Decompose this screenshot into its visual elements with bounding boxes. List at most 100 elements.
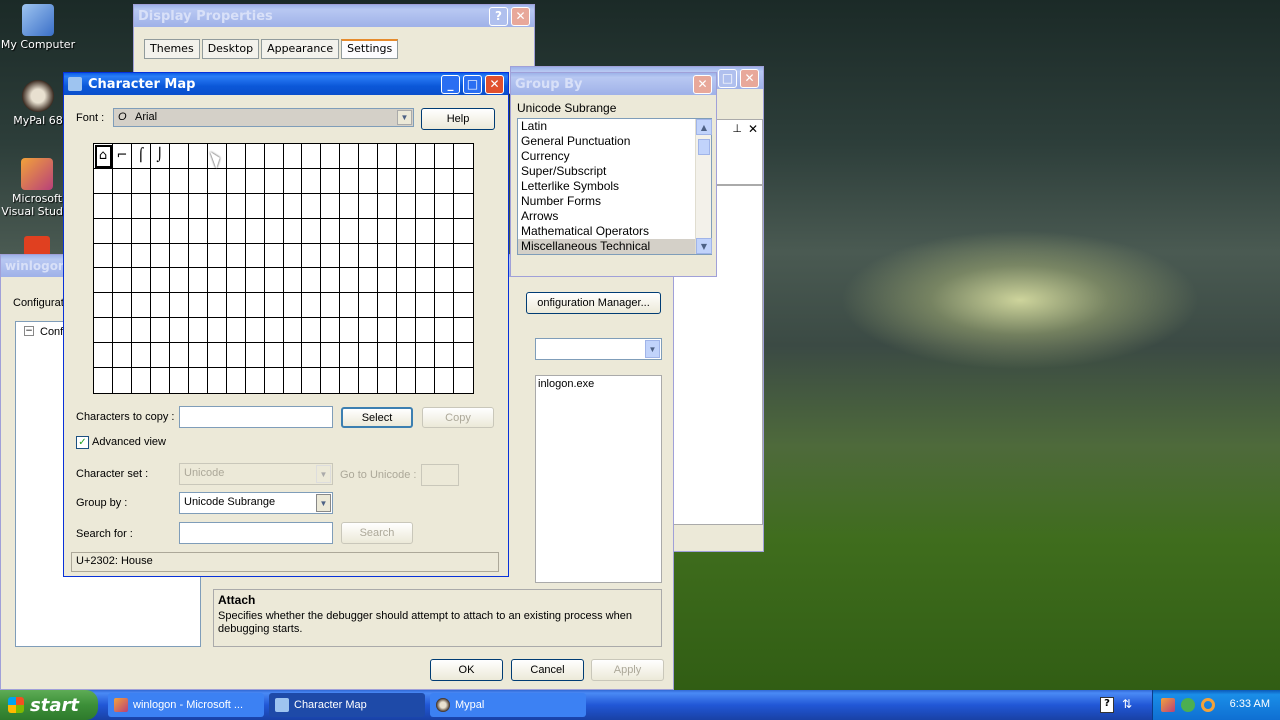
character-cell[interactable] xyxy=(416,168,436,194)
character-cell[interactable] xyxy=(397,168,417,194)
character-cell[interactable] xyxy=(207,168,227,194)
list-item-selected[interactable]: Miscellaneous Technical xyxy=(518,239,711,254)
character-cell[interactable] xyxy=(435,368,455,393)
taskbar-item-character-map[interactable]: Character Map xyxy=(269,693,425,717)
character-cell[interactable] xyxy=(264,193,284,219)
character-cell[interactable] xyxy=(131,243,151,269)
character-cell[interactable] xyxy=(245,168,265,194)
visual-studio-icon[interactable] xyxy=(1161,698,1175,712)
character-cell[interactable] xyxy=(226,243,246,269)
character-grid[interactable]: ⌂ ⌐ ⌠ ⌡ xyxy=(93,143,474,394)
character-cell[interactable] xyxy=(226,168,246,194)
character-map-titlebar[interactable]: Character Map _ □ ✕ xyxy=(64,73,508,95)
character-cell[interactable] xyxy=(188,193,208,219)
character-cell[interactable] xyxy=(435,218,455,244)
character-cell[interactable] xyxy=(188,144,208,169)
character-cell[interactable] xyxy=(302,168,322,194)
character-cell[interactable] xyxy=(207,243,227,269)
character-cell[interactable] xyxy=(340,218,360,244)
character-cell[interactable] xyxy=(208,368,227,393)
character-cell[interactable] xyxy=(226,343,246,369)
character-cell[interactable] xyxy=(94,368,113,393)
character-cell[interactable] xyxy=(264,293,284,319)
character-cell[interactable] xyxy=(321,144,341,169)
character-cell[interactable] xyxy=(397,268,417,294)
character-cell[interactable] xyxy=(454,169,473,194)
character-cell[interactable] xyxy=(359,343,379,369)
character-cell[interactable] xyxy=(302,268,322,294)
character-cell[interactable] xyxy=(416,343,436,369)
character-cell[interactable] xyxy=(416,368,436,393)
character-cell[interactable] xyxy=(283,168,303,194)
character-cell[interactable] xyxy=(454,318,473,344)
close-icon[interactable]: ✕ xyxy=(485,74,504,94)
character-cell[interactable] xyxy=(131,318,151,344)
character-cell[interactable] xyxy=(321,193,341,219)
character-cell[interactable] xyxy=(94,168,113,194)
character-cell[interactable] xyxy=(245,318,265,344)
character-cell[interactable] xyxy=(207,318,227,344)
character-cell[interactable] xyxy=(397,368,417,393)
character-cell[interactable] xyxy=(169,168,189,194)
configuration-manager-button[interactable]: onfiguration Manager... xyxy=(526,292,661,314)
character-cell[interactable] xyxy=(207,293,227,319)
character-cell[interactable] xyxy=(245,268,265,294)
character-cell[interactable] xyxy=(207,193,227,219)
character-cell[interactable] xyxy=(435,243,455,269)
advanced-view-checkbox[interactable]: ✓ xyxy=(76,436,89,449)
tray-app-icon[interactable] xyxy=(1181,698,1195,712)
character-cell-selected[interactable]: ⌂ xyxy=(94,144,113,169)
group-by-dropdown[interactable]: Unicode Subrange ▼ xyxy=(179,492,333,514)
character-cell[interactable] xyxy=(283,218,303,244)
taskbar-item-winlogon[interactable]: winlogon - Microsoft ... xyxy=(108,693,264,717)
character-cell[interactable] xyxy=(416,144,436,169)
character-cell[interactable] xyxy=(264,268,284,294)
character-cell[interactable] xyxy=(397,293,417,319)
character-cell[interactable] xyxy=(188,343,208,369)
character-cell[interactable] xyxy=(378,243,398,269)
list-item[interactable]: Arrows xyxy=(518,209,711,224)
character-cell[interactable] xyxy=(245,243,265,269)
character-cell[interactable] xyxy=(188,218,208,244)
character-cell[interactable] xyxy=(359,168,379,194)
character-cell[interactable] xyxy=(378,218,398,244)
start-button[interactable]: start xyxy=(0,690,98,720)
character-cell[interactable] xyxy=(302,193,322,219)
character-cell[interactable] xyxy=(359,368,379,393)
character-cell[interactable] xyxy=(131,343,151,369)
character-cell[interactable] xyxy=(435,144,455,169)
chevron-down-icon[interactable]: ▼ xyxy=(696,238,712,254)
character-cell[interactable] xyxy=(454,368,473,393)
character-cell[interactable] xyxy=(112,218,132,244)
character-cell[interactable]: ⌐ xyxy=(112,144,132,169)
character-cell[interactable] xyxy=(226,218,246,244)
chevron-up-icon[interactable]: ▲ xyxy=(696,119,712,135)
character-cell[interactable] xyxy=(397,144,417,169)
character-cell[interactable] xyxy=(245,193,265,219)
character-cell[interactable] xyxy=(359,218,379,244)
character-cell[interactable] xyxy=(416,243,436,269)
list-item[interactable]: Letterlike Symbols xyxy=(518,179,711,194)
search-input[interactable] xyxy=(179,522,333,544)
character-cell[interactable] xyxy=(188,293,208,319)
copy-button[interactable]: Copy xyxy=(422,407,494,428)
display-properties-titlebar[interactable]: Display Properties ? ✕ xyxy=(134,5,534,27)
character-cell[interactable] xyxy=(188,268,208,294)
group-by-titlebar[interactable]: Group By ✕ xyxy=(511,73,716,95)
list-item[interactable]: General Punctuation xyxy=(518,134,711,149)
character-cell[interactable] xyxy=(284,368,303,393)
close-icon[interactable]: ✕ xyxy=(740,68,759,88)
character-cell[interactable] xyxy=(435,293,455,319)
list-item[interactable]: Super/Subscript xyxy=(518,164,711,179)
character-cell[interactable] xyxy=(226,144,246,169)
character-cell[interactable] xyxy=(94,218,113,244)
character-cell[interactable] xyxy=(454,268,473,294)
close-icon[interactable]: ✕ xyxy=(511,6,530,26)
character-cell[interactable] xyxy=(264,243,284,269)
character-cell[interactable] xyxy=(321,343,341,369)
character-cell[interactable] xyxy=(435,193,455,219)
pin-icon[interactable]: ⊥ xyxy=(732,122,742,135)
character-cell[interactable] xyxy=(435,318,455,344)
character-cell[interactable] xyxy=(150,218,170,244)
character-cell[interactable] xyxy=(188,318,208,344)
